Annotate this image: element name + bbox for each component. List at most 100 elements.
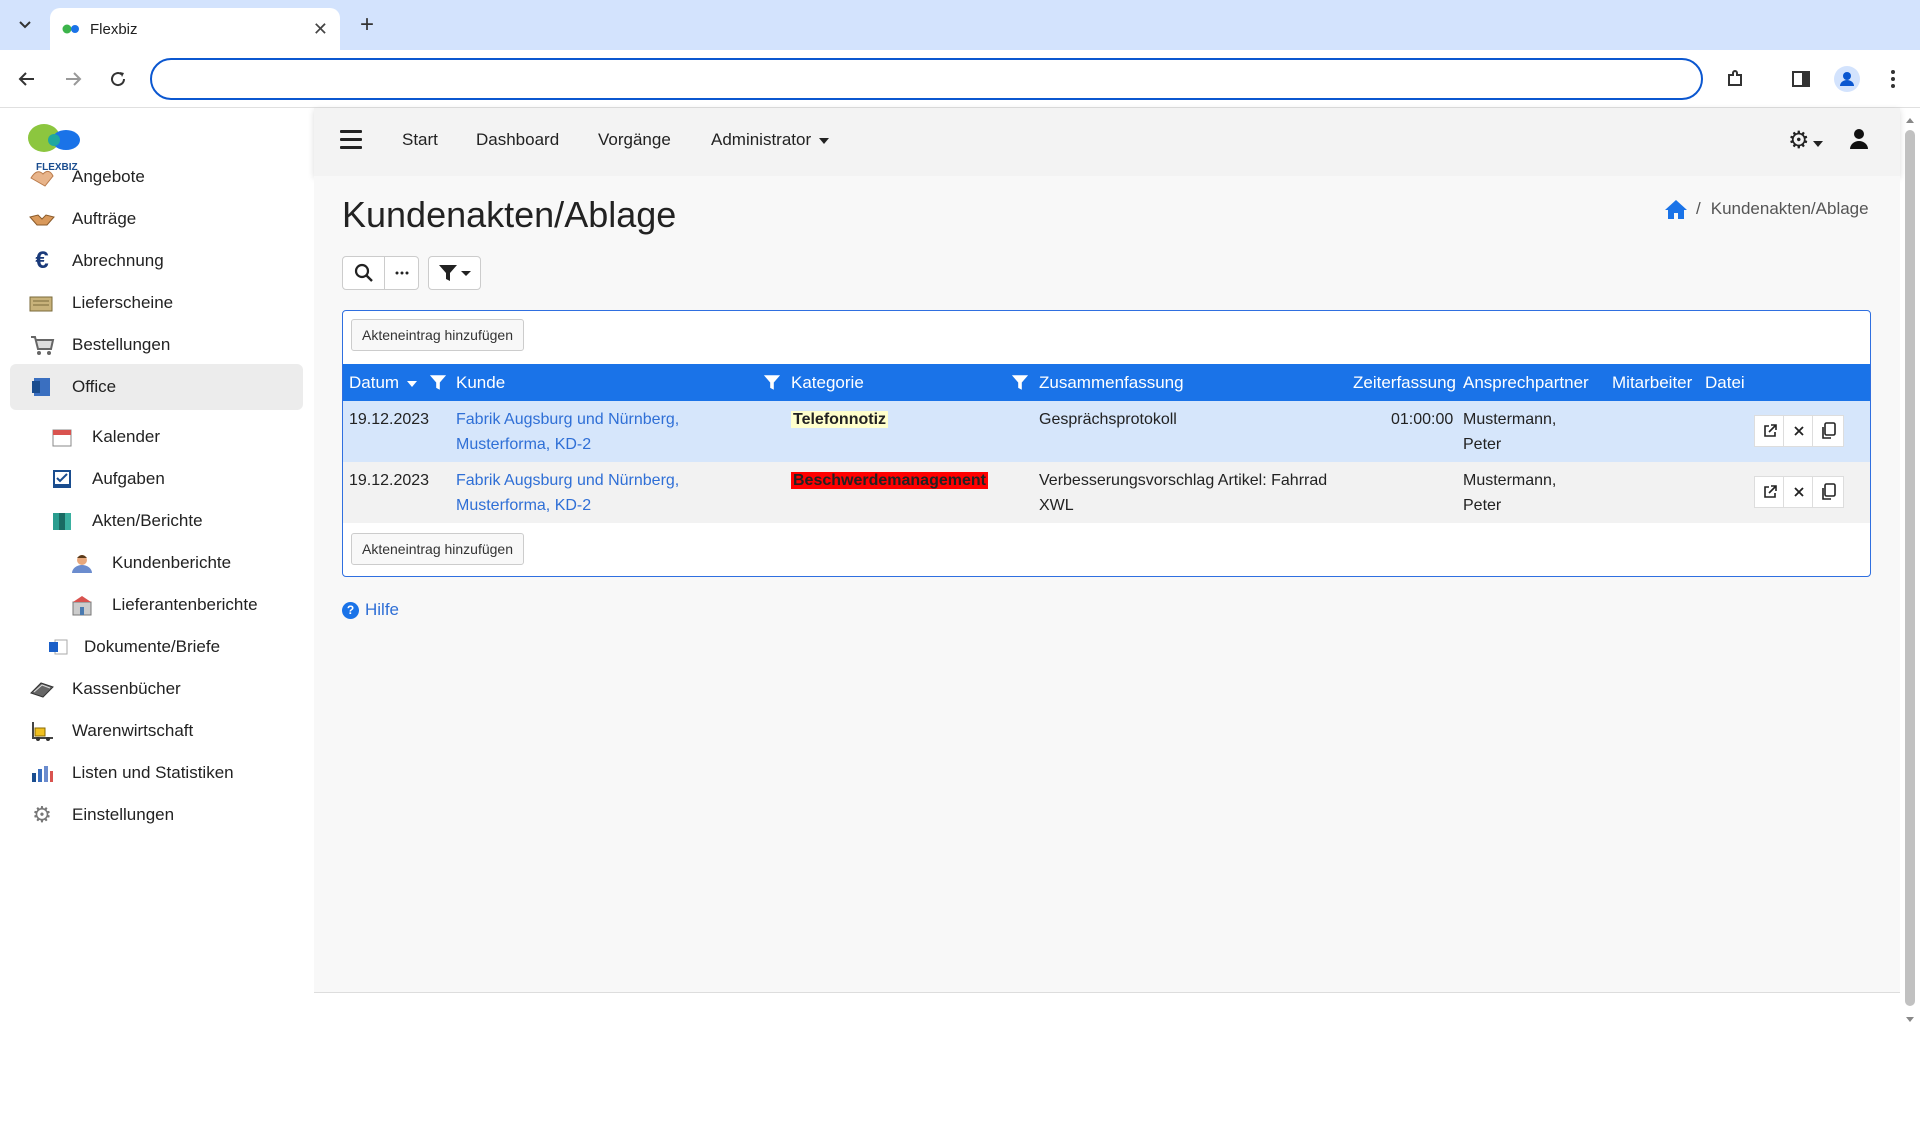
- kunde-line: Fabrik Augsburg und Nürnberg,: [456, 472, 680, 489]
- document-icon: [44, 635, 72, 659]
- add-entry-button-bottom[interactable]: Akteneintrag hinzufügen: [351, 533, 524, 565]
- sidebar-item-angebote[interactable]: Angebote: [10, 154, 303, 200]
- filter-icon[interactable]: [1011, 374, 1029, 391]
- nav-administrator[interactable]: Administrator: [711, 130, 830, 150]
- profile-button[interactable]: [1832, 64, 1862, 94]
- cell-kunde-link[interactable]: Fabrik Augsburg und Nürnberg, Musterforma…: [456, 468, 679, 518]
- tab-close-icon[interactable]: ✕: [313, 19, 328, 40]
- nav-vorgaenge[interactable]: Vorgänge: [598, 130, 671, 150]
- cell-kunde-link[interactable]: Fabrik Augsburg und Nürnberg, Musterforma…: [456, 407, 679, 457]
- column-header-zeiterfassung[interactable]: Zeiterfassung: [1353, 373, 1456, 393]
- filter-dropdown-button[interactable]: [429, 257, 480, 289]
- cashbook-icon: [28, 677, 56, 701]
- column-header-datum[interactable]: Datum: [349, 373, 418, 393]
- side-panel-button[interactable]: [1786, 64, 1816, 94]
- column-header-kategorie[interactable]: Kategorie: [791, 373, 864, 393]
- scroll-down-icon[interactable]: [1905, 1016, 1915, 1024]
- table-row[interactable]: 19.12.2023 Fabrik Augsburg und Nürnberg,…: [343, 462, 1870, 523]
- table-row[interactable]: 19.12.2023 Fabrik Augsburg und Nürnberg,…: [343, 401, 1870, 462]
- forward-button[interactable]: [58, 64, 88, 94]
- new-tab-button[interactable]: +: [352, 10, 382, 40]
- sidebar-item-kalender[interactable]: Kalender: [10, 414, 303, 460]
- sort-desc-icon: [407, 380, 418, 387]
- scroll-up-icon[interactable]: [1905, 116, 1915, 124]
- address-input[interactable]: [172, 60, 1681, 98]
- sidebar-item-akten-berichte[interactable]: Akten/Berichte: [10, 498, 303, 544]
- caret-down-icon: [461, 270, 471, 276]
- scrollbar-thumb[interactable]: [1905, 130, 1915, 1006]
- sidebar-item-dokumente-briefe[interactable]: Dokumente/Briefe: [10, 624, 303, 670]
- sidebar-item-office[interactable]: Office: [10, 364, 303, 410]
- filter-icon[interactable]: [763, 374, 781, 391]
- sidebar-item-warenwirtschaft[interactable]: Warenwirtschaft: [10, 708, 303, 754]
- sidebar-item-listen-statistiken[interactable]: Listen und Statistiken: [10, 750, 303, 796]
- scrollbar[interactable]: [1902, 114, 1918, 1030]
- help-label: Hilfe: [365, 600, 400, 619]
- sidebar-item-aufgaben[interactable]: Aufgaben: [10, 456, 303, 502]
- content-divider: [314, 992, 1900, 993]
- column-header-label: Datum: [349, 373, 400, 392]
- summary-line: Gesprächsprotokoll: [1039, 411, 1177, 428]
- cell-zusammenfassung: Gesprächsprotokoll: [1039, 407, 1177, 432]
- sidebar-item-label: Einstellungen: [72, 805, 175, 824]
- kebab-menu-icon: [1891, 70, 1895, 88]
- filter-icon[interactable]: [429, 374, 447, 391]
- copy-button[interactable]: [1812, 415, 1844, 447]
- ellipsis-icon: [395, 271, 408, 275]
- column-header-ansprechpartner[interactable]: Ansprechpartner: [1463, 373, 1589, 393]
- gear-icon: ⚙: [1788, 127, 1810, 154]
- column-header-datei[interactable]: Datei: [1705, 373, 1745, 393]
- sidebar-item-label: Warenwirtschaft: [72, 721, 194, 740]
- records-panel: Akteneintrag hinzufügen Datum Kunde Kate…: [342, 310, 1871, 577]
- sidebar-item-auftraege[interactable]: Aufträge: [10, 196, 303, 242]
- extensions-button[interactable]: [1720, 64, 1750, 94]
- delete-button[interactable]: [1783, 476, 1815, 508]
- tab-list-button[interactable]: [8, 8, 42, 42]
- filter-icon: [439, 265, 457, 281]
- open-external-button[interactable]: [1754, 476, 1786, 508]
- sidebar-item-bestellungen[interactable]: Bestellungen: [10, 322, 303, 368]
- column-header-mitarbeiter[interactable]: Mitarbeiter: [1612, 373, 1692, 393]
- search-button[interactable]: [343, 257, 385, 289]
- user-menu-button[interactable]: [1849, 128, 1869, 155]
- cell-kategorie: Telefonnotiz: [791, 407, 889, 432]
- breadcrumb-separator: /: [1696, 199, 1701, 218]
- cell-zeiterfassung: 01:00:00: [1391, 411, 1454, 428]
- address-bar[interactable]: [150, 58, 1703, 100]
- caret-down-icon: [819, 137, 830, 144]
- hamburger-menu-icon[interactable]: [340, 130, 362, 152]
- home-icon[interactable]: [1664, 198, 1688, 220]
- external-link-icon: [1764, 424, 1777, 437]
- copy-button[interactable]: [1812, 476, 1844, 508]
- more-options-button[interactable]: [385, 257, 418, 289]
- sidebar-item-kundenberichte[interactable]: Kundenberichte: [10, 540, 303, 586]
- sidebar-item-kassenbuecher[interactable]: Kassenbücher: [10, 666, 303, 712]
- cell-zusammenfassung: Verbesserungsvorschlag Artikel: Fahrrad X…: [1039, 468, 1327, 518]
- page-title: Kundenakten/Ablage: [342, 194, 677, 235]
- settings-menu-button[interactable]: ⚙: [1788, 126, 1823, 155]
- nav-dashboard[interactable]: Dashboard: [476, 130, 559, 150]
- app-header: Start Dashboard Vorgänge Administrator ⚙: [314, 108, 1900, 176]
- back-button[interactable]: [12, 64, 42, 94]
- nav-administrator-label: Administrator: [711, 130, 812, 149]
- sidebar-item-lieferscheine[interactable]: Lieferscheine: [10, 280, 303, 326]
- browser-tab[interactable]: Flexbiz ✕: [50, 8, 340, 50]
- filter-button-group: [428, 256, 481, 290]
- euro-icon: €: [35, 247, 49, 274]
- arrow-right-icon: [66, 72, 82, 86]
- cell-ansprechpartner: Mustermann, Peter: [1463, 407, 1556, 457]
- column-header-kunde[interactable]: Kunde: [456, 373, 505, 393]
- sidebar-item-lieferantenberichte[interactable]: Lieferantenberichte: [10, 582, 303, 628]
- column-header-zusammenfassung[interactable]: Zusammenfassung: [1039, 373, 1184, 393]
- add-entry-button-top[interactable]: Akteneintrag hinzufügen: [351, 319, 524, 351]
- category-badge: Beschwerdemanagement: [791, 472, 988, 489]
- tab-title: Flexbiz: [90, 20, 138, 38]
- delete-button[interactable]: [1783, 415, 1815, 447]
- sidebar-item-einstellungen[interactable]: ⚙ Einstellungen: [10, 792, 303, 838]
- browser-menu-button[interactable]: [1878, 64, 1908, 94]
- help-link[interactable]: ? Hilfe: [342, 600, 399, 620]
- reload-button[interactable]: [103, 64, 133, 94]
- sidebar-item-abrechnung[interactable]: € Abrechnung: [10, 238, 303, 284]
- nav-start[interactable]: Start: [402, 130, 438, 150]
- open-external-button[interactable]: [1754, 415, 1786, 447]
